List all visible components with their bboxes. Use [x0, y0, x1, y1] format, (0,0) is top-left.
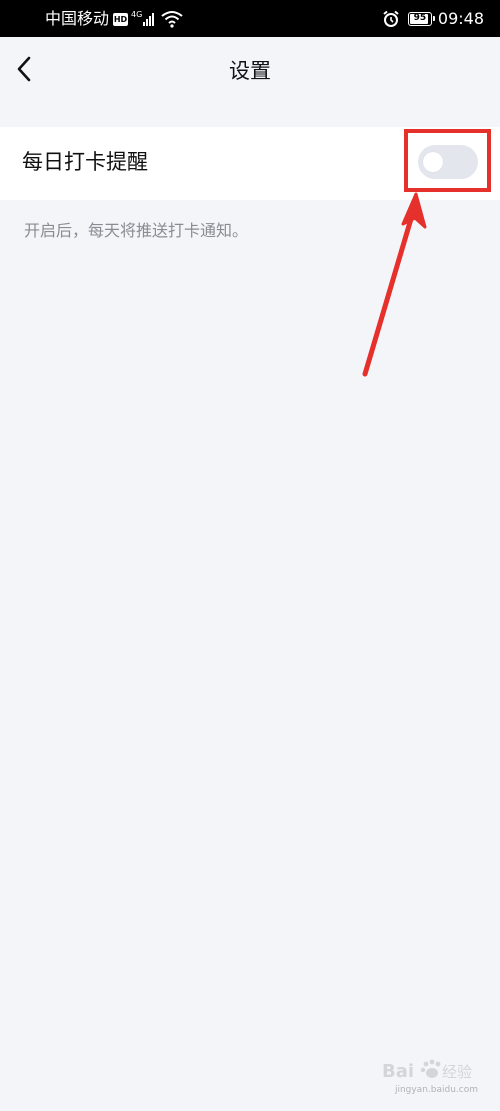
status-bar: 中国移动 HD 4G 95 09:48	[0, 0, 500, 37]
watermark-subtext: jingyan.baidu.com	[394, 1085, 478, 1095]
daily-checkin-toggle[interactable]	[418, 145, 478, 179]
wifi-icon	[161, 11, 183, 28]
battery-tip	[432, 16, 435, 21]
page-title: 设置	[229, 59, 271, 83]
alarm-icon	[383, 10, 399, 27]
svg-text:经验: 经验	[442, 1063, 472, 1081]
status-left: 中国移动 HD 4G	[45, 8, 183, 30]
svg-text:Bai: Bai	[382, 1061, 414, 1082]
nav-bar: 设置	[0, 37, 500, 105]
battery-level: 95	[413, 13, 427, 23]
arrow-annotation	[362, 192, 427, 377]
network-type: 4G	[131, 10, 143, 19]
status-right: 95 09:48	[382, 8, 484, 30]
toggle-knob	[423, 152, 443, 172]
signal-icon	[143, 12, 155, 26]
clock: 09:48	[437, 9, 484, 28]
battery-icon: 95	[407, 12, 435, 26]
setting-hint: 开启后，每天将推送打卡通知。	[24, 221, 249, 240]
carrier-name: 中国移动	[45, 9, 110, 28]
watermark: Bai 经验 jingyan.baidu.com	[382, 1057, 478, 1095]
setting-label: 每日打卡提醒	[22, 150, 148, 174]
hd-icon: HD	[113, 12, 129, 26]
